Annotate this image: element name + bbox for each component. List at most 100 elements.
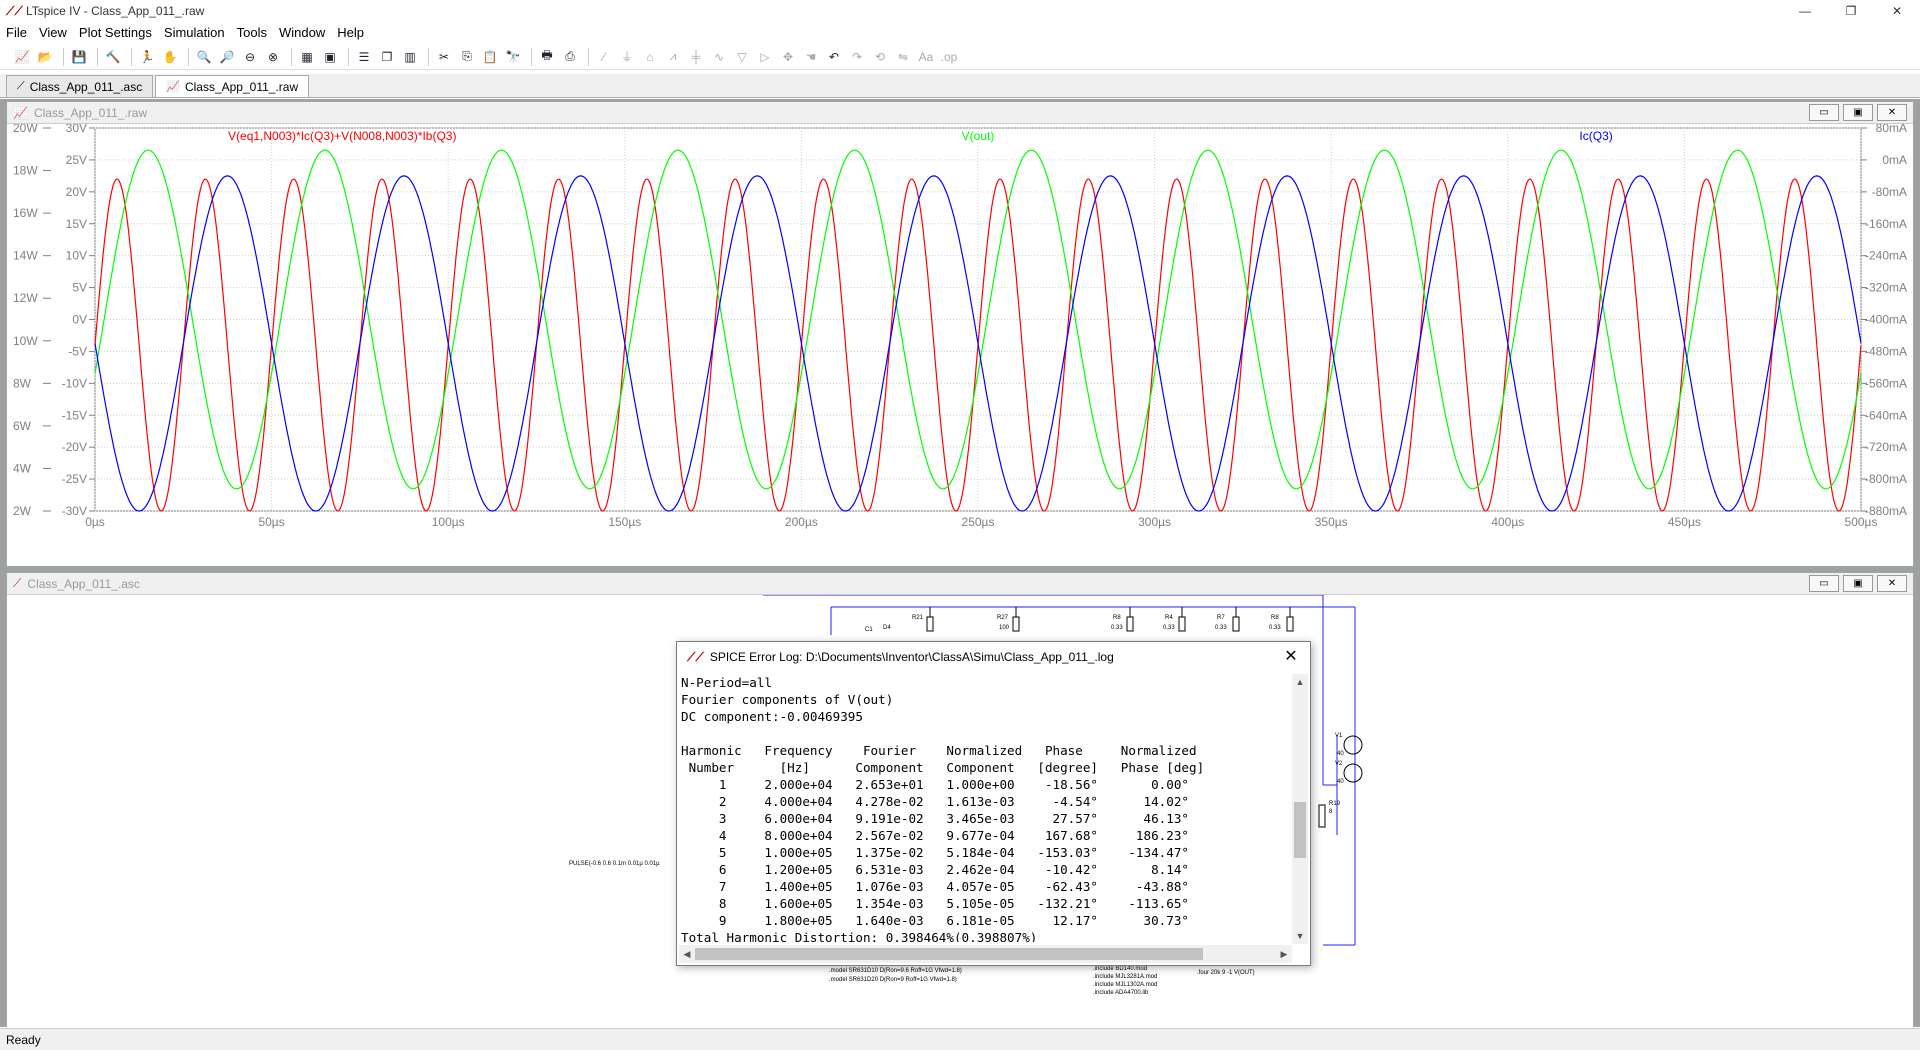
- drag-icon[interactable]: ☚: [801, 47, 821, 67]
- x-tick-label: 250µs: [962, 515, 995, 529]
- ground-icon[interactable]: ⏚: [617, 47, 637, 67]
- control-panel-icon[interactable]: 🔨: [103, 47, 123, 67]
- scroll-down-icon[interactable]: ▼: [1292, 928, 1308, 944]
- tab-schematic[interactable]: ⟋ Class_App_011_.asc: [6, 75, 154, 97]
- close-button[interactable]: ✕: [1877, 104, 1907, 121]
- vertical-scrollbar[interactable]: ▲ ▼: [1292, 674, 1308, 944]
- run-icon[interactable]: 🏃: [137, 47, 157, 67]
- y-tick-label-voltage: 25V: [66, 153, 87, 167]
- y-tick-label-voltage: -5V: [68, 344, 87, 358]
- copy-icon[interactable]: ⎘: [457, 47, 477, 67]
- tile-horizontal-icon[interactable]: ☰: [354, 47, 374, 67]
- menu-file[interactable]: File: [0, 25, 33, 40]
- capacitor-icon[interactable]: ╪: [686, 47, 706, 67]
- component-label: 0.33: [1269, 625, 1281, 631]
- pan-icon[interactable]: ✋: [160, 47, 180, 67]
- close-icon[interactable]: ✕: [1280, 646, 1302, 668]
- new-schematic-icon[interactable]: 📈: [12, 47, 32, 67]
- minimize-button[interactable]: —: [1782, 0, 1828, 22]
- scroll-thumb[interactable]: [695, 948, 1203, 960]
- cascade-icon[interactable]: ❐: [377, 47, 397, 67]
- y-tick-label-voltage: 15V: [66, 217, 87, 231]
- open-icon[interactable]: 📂: [35, 47, 55, 67]
- x-tick-label: 400µs: [1491, 515, 1524, 529]
- undo-icon[interactable]: ↶: [824, 47, 844, 67]
- schematic-icon: ⟋: [17, 80, 25, 92]
- inductor-icon[interactable]: ∿: [709, 47, 729, 67]
- y-tick-label-current: -800mA: [1865, 472, 1907, 486]
- menu-help[interactable]: Help: [331, 25, 370, 40]
- waveform-window-titlebar[interactable]: 📈 Class_App_011_.raw ▭ ▣ ✕: [7, 102, 1913, 124]
- y-tick-label-voltage: 20V: [66, 185, 87, 199]
- x-tick-label: 300µs: [1138, 515, 1171, 529]
- dialog-titlebar[interactable]: ⟋⟋ SPICE Error Log: D:\Documents\Invento…: [677, 642, 1310, 672]
- component-label: R7: [1217, 615, 1225, 621]
- autorange-icon[interactable]: ▦: [297, 47, 317, 67]
- log-line: DC component:-0.00469395: [681, 709, 863, 724]
- minimize-button[interactable]: ▭: [1809, 575, 1839, 592]
- y-tick-label-voltage: 5V: [72, 281, 87, 295]
- zoom-fit-icon[interactable]: ⊖: [240, 47, 260, 67]
- y-tick-label-voltage: -30V: [62, 504, 87, 518]
- zoom-out-icon[interactable]: 🔎: [217, 47, 237, 67]
- close-button[interactable]: ✕: [1877, 575, 1907, 592]
- cut-icon[interactable]: ✂: [434, 47, 454, 67]
- zoom-cancel-icon[interactable]: ⊗: [263, 47, 283, 67]
- waveform-plot[interactable]: 0µs 50µs 100µs 150µs 200µs 250µs 300µs 350µs 400…: [7, 121, 1913, 566]
- menu-window[interactable]: Window: [273, 25, 331, 40]
- x-tick-label: 150µs: [608, 515, 641, 529]
- maximize-button[interactable]: ▣: [1843, 104, 1873, 121]
- horizontal-scrollbar[interactable]: ◀ ▶: [679, 945, 1292, 963]
- log-line: Number [Hz] Component Component [degree]…: [681, 760, 1205, 775]
- scroll-right-icon[interactable]: ▶: [1276, 945, 1292, 963]
- move-icon[interactable]: ✥: [778, 47, 798, 67]
- spice-error-log-dialog: ⟋⟋ SPICE Error Log: D:\Documents\Invento…: [676, 641, 1311, 966]
- tab-waveform[interactable]: 📈 Class_App_011_.raw: [155, 75, 310, 97]
- diode-icon[interactable]: ▽: [732, 47, 752, 67]
- resistor-icon[interactable]: ⩘: [663, 47, 683, 67]
- find-icon[interactable]: 🔭: [503, 47, 523, 67]
- schematic-icon: ⟋: [13, 576, 22, 590]
- spice-directive: .include BD140.mod: [1093, 966, 1147, 972]
- y-tick-label-current: -400mA: [1865, 313, 1907, 327]
- menu-plot-settings[interactable]: Plot Settings: [73, 25, 158, 40]
- wire-icon[interactable]: ∕: [594, 47, 614, 67]
- paste-icon[interactable]: 📋: [480, 47, 500, 67]
- zoom-area-icon[interactable]: ▣: [320, 47, 340, 67]
- log-line: Total Harmonic Distortion: 0.398464%(0.3…: [681, 930, 1038, 942]
- tab-label: Class_App_011_.asc: [29, 79, 143, 94]
- menu-view[interactable]: View: [33, 25, 73, 40]
- resistor-symbol: [1318, 804, 1326, 828]
- component-icon[interactable]: ▷: [755, 47, 775, 67]
- minimize-button[interactable]: ▭: [1809, 104, 1839, 121]
- menu-tools[interactable]: Tools: [231, 25, 273, 40]
- restore-button[interactable]: ❐: [1828, 0, 1874, 22]
- component-label: 40: [1337, 751, 1344, 757]
- log-text[interactable]: N-Period=all Fourier components of V(out)…: [679, 674, 1294, 942]
- scroll-left-icon[interactable]: ◀: [679, 945, 695, 963]
- print-setup-icon[interactable]: 🖶: [537, 47, 557, 67]
- waveform-chart[interactable]: 0µs 50µs 100µs 150µs 200µs 250µs 300µs 350µs 400…: [7, 121, 1913, 566]
- mirror-icon[interactable]: ⇋: [893, 47, 913, 67]
- spice-directive: .four 20k 9 -1 V(OUT): [1197, 970, 1255, 976]
- scroll-up-icon[interactable]: ▲: [1292, 674, 1308, 690]
- schematic-window-titlebar[interactable]: ⟋ Class_App_011_.asc ▭ ▣ ✕: [7, 573, 1913, 595]
- redo-icon[interactable]: ↷: [847, 47, 867, 67]
- spice-directive-icon[interactable]: .op: [939, 47, 959, 67]
- y-tick-label-power: 14W: [13, 249, 38, 263]
- text-icon[interactable]: Aa: [916, 47, 936, 67]
- label-icon[interactable]: ⌂: [640, 47, 660, 67]
- scroll-thumb[interactable]: [1294, 802, 1306, 858]
- save-icon[interactable]: 💾: [69, 47, 89, 67]
- zoom-in-icon[interactable]: 🔍: [194, 47, 214, 67]
- print-icon[interactable]: ⎙: [560, 47, 580, 67]
- menu-simulation[interactable]: Simulation: [158, 25, 231, 40]
- component-label: V1: [1335, 733, 1343, 739]
- rotate-icon[interactable]: ⟲: [870, 47, 890, 67]
- close-button[interactable]: ✕: [1874, 0, 1920, 22]
- log-line: 5 1.000e+05 1.375e-02 5.184e-04 -153.03°…: [681, 845, 1189, 860]
- waveform-icon: 📈: [13, 105, 28, 120]
- maximize-button[interactable]: ▣: [1843, 575, 1873, 592]
- tile-vertical-icon[interactable]: ▥: [400, 47, 420, 67]
- y-tick-label-power: 20W: [13, 124, 38, 135]
